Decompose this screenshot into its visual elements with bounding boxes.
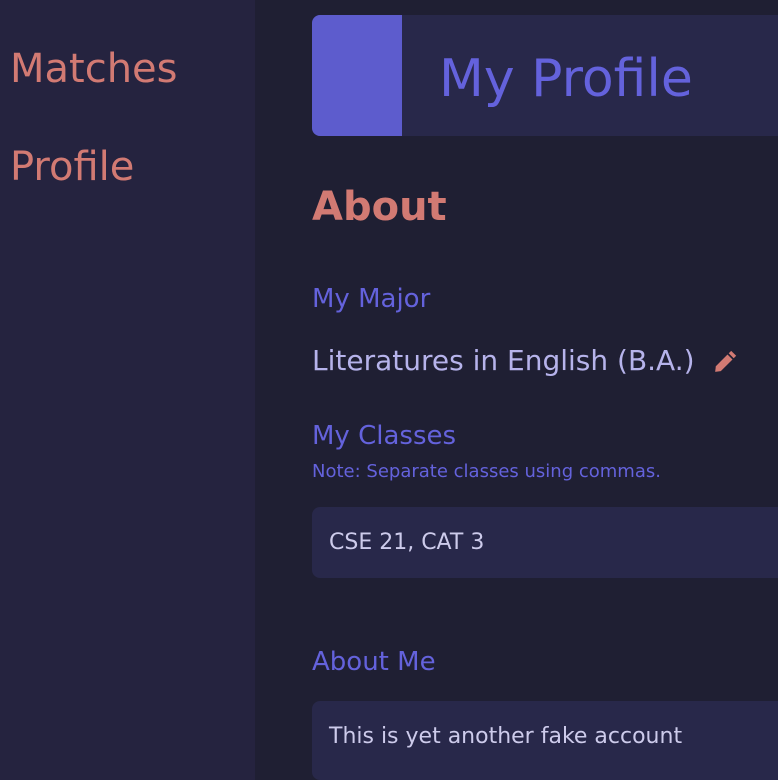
pencil-icon-svg	[714, 350, 736, 372]
header-accent-bar	[312, 15, 402, 136]
pencil-icon[interactable]	[713, 348, 739, 374]
about-section-title: About	[312, 184, 447, 230]
page-title: My Profile	[439, 49, 693, 109]
page-header-card: My Profile	[312, 15, 778, 136]
profile-app: Matches Profile My Profile About My Majo…	[0, 0, 778, 780]
about-me-label: About Me	[312, 647, 436, 677]
major-value: Literatures in English (B.A.)	[312, 344, 695, 377]
classes-note: Note: Separate classes using commas.	[312, 461, 661, 482]
classes-label: My Classes	[312, 421, 457, 451]
major-label: My Major	[312, 284, 431, 314]
sidebar: Matches Profile	[0, 0, 255, 780]
classes-input[interactable]: CSE 21, CAT 3	[312, 507, 778, 578]
sidebar-item-matches[interactable]: Matches	[10, 45, 178, 93]
about-me-textarea[interactable]: This is yet another fake account	[312, 701, 778, 780]
sidebar-item-profile[interactable]: Profile	[10, 143, 134, 191]
major-value-row: Literatures in English (B.A.)	[312, 344, 739, 378]
main-content: My Profile About My Major Literatures in…	[255, 0, 778, 780]
